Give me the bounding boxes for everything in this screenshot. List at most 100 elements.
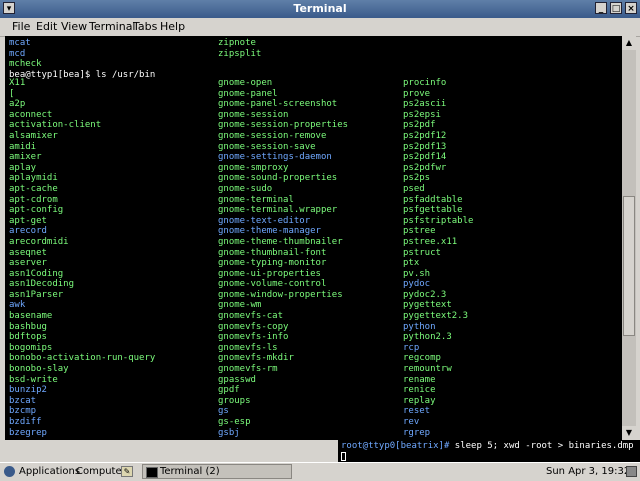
menu-bar: File Edit View Terminal Tabs Help [0, 18, 640, 37]
listing-entry: ps2ascii [403, 99, 447, 110]
listing-entry: gpasswd [218, 374, 256, 385]
listing-entry: pydoc2.3 [403, 289, 447, 300]
menu-edit[interactable]: Edit [34, 18, 59, 36]
listing-entry: pv.sh [403, 268, 431, 279]
listing-entry: gnome-text-editor [218, 215, 311, 226]
menu-help[interactable]: Help [158, 18, 187, 36]
listing-entry: basename [9, 311, 53, 322]
clock[interactable]: Sun Apr 3, 19:32 [546, 463, 630, 481]
listing-entry: asn1Decoding [9, 279, 75, 290]
listing-entry: arecordmidi [9, 236, 69, 247]
scrollbar[interactable]: ▲ ▼ [622, 36, 636, 440]
listing-entry: gnome-window-properties [218, 289, 343, 300]
listing-entry: gnome-panel-screenshot [218, 99, 338, 110]
text-cursor [341, 452, 346, 461]
output-line: zipsplit [218, 48, 262, 59]
tray-icon[interactable] [626, 466, 637, 477]
listing-entry: gnome-theme-thumbnailer [218, 236, 343, 247]
title-bar[interactable]: ▾ Terminal _ □ × [0, 0, 640, 18]
scroll-down-icon[interactable]: ▼ [622, 426, 636, 440]
listing-entry: groups [218, 395, 251, 406]
listing-entry: gnome-terminal [218, 194, 294, 205]
listing-entry: a2p [9, 99, 26, 110]
listing-entry: gnome-ui-properties [218, 268, 321, 279]
window-menu-icon[interactable]: ▾ [3, 2, 15, 14]
listing-entry: pstruct [403, 247, 441, 258]
menu-terminal[interactable]: Terminal [87, 18, 138, 36]
listing-entry: gnomevfs-rm [218, 364, 278, 375]
listing-entry: gnome-terminal.wrapper [218, 205, 338, 216]
listing-entry: gnome-typing-monitor [218, 258, 327, 269]
computer-menu[interactable]: Computer [76, 463, 126, 481]
listing-entry: bdftops [9, 332, 47, 343]
listing-entry: gnomevfs-cat [218, 311, 284, 322]
listing-entry: apt-cache [9, 183, 58, 194]
listing-entry: awk [9, 300, 26, 311]
listing-entry: psfgettable [403, 205, 463, 216]
listing-column-2: gnome-open gnome-panel gnome-panel-screens… [218, 78, 348, 438]
minimize-icon[interactable]: _ [595, 2, 607, 14]
listing-entry: bsd-write [9, 374, 58, 385]
close-icon[interactable]: × [625, 2, 637, 14]
terminal-output[interactable]: mcat zipnote mcd zipsplit mcheck bea@ttyp1… [5, 36, 622, 440]
menu-view[interactable]: View [59, 18, 89, 36]
listing-entry: gnome-theme-manager [218, 226, 321, 237]
listing-entry: bzegrep [9, 427, 47, 438]
listing-entry: aplaymidi [9, 173, 58, 184]
output-line: zipnote [218, 38, 256, 48]
listing-entry: gnome-panel [218, 88, 278, 99]
listing-entry: gnome-session [218, 109, 289, 120]
listing-entry: gs [218, 406, 229, 417]
listing-entry: aplay [9, 162, 37, 173]
listing-entry: aseqnet [9, 247, 47, 258]
listing-entry: bzcmp [9, 406, 37, 417]
listing-entry: python2.3 [403, 332, 452, 343]
listing-entry: ps2pdf14 [403, 152, 447, 163]
listing-entry: bzdiff [9, 417, 42, 427]
window-title: Terminal [293, 2, 347, 15]
listing-entry: alsamixer [9, 130, 58, 141]
taskbar-button-terminal[interactable]: Terminal (2) [142, 464, 292, 479]
listing-entry: replay [403, 395, 436, 406]
listing-entry: renice [403, 385, 436, 396]
computer-icon[interactable]: ✎ [121, 466, 133, 477]
listing-entry: amidi [9, 141, 37, 152]
listing-entry: gnome-thumbnail-font [218, 247, 327, 258]
listing-entry: psfstriptable [403, 215, 474, 226]
listing-entry: gnome-open [218, 78, 273, 88]
listing-entry: gnomevfs-copy [218, 321, 289, 332]
root-terminal-window[interactable]: root@ttyp0[beatrix]# sleep 5; xwd -root … [338, 440, 640, 462]
applications-menu[interactable]: Applications [19, 463, 80, 481]
maximize-icon[interactable]: □ [610, 2, 622, 14]
listing-entry: gnomevfs-mkdir [218, 353, 294, 364]
menu-tabs[interactable]: Tabs [131, 18, 159, 36]
listing-entry: gnomevfs-info [218, 332, 289, 343]
listing-entry: rgrep [403, 427, 431, 438]
taskbar-label: Terminal (2) [160, 466, 220, 477]
listing-entry: regcomp [403, 353, 441, 364]
listing-entry: apt-config [9, 205, 64, 216]
listing-entry: ps2pdf13 [403, 141, 447, 152]
scroll-up-icon[interactable]: ▲ [622, 36, 636, 50]
root-command: sleep 5; xwd -root > binaries.dmp [449, 441, 634, 451]
listing-entry: gs-esp [218, 417, 251, 427]
terminal-icon [146, 467, 158, 478]
listing-entry: procinfo [403, 78, 447, 88]
listing-entry: asn1Parser [9, 289, 64, 300]
gnome-foot-icon[interactable] [4, 466, 15, 477]
listing-entry: pydoc [403, 279, 431, 290]
listing-entry: [ [9, 88, 15, 99]
listing-entry: pstree.x11 [403, 236, 458, 247]
listing-entry: apt-get [9, 215, 47, 226]
listing-entry: pygettext2.3 [403, 311, 469, 322]
listing-entry: pstree [403, 226, 436, 237]
listing-entry: ps2pdf [403, 120, 436, 131]
listing-entry: gnome-session-properties [218, 120, 349, 131]
listing-entry: gnome-volume-control [218, 279, 327, 290]
listing-entry: aserver [9, 258, 47, 269]
listing-entry: ps2ps [403, 173, 431, 184]
listing-entry: gsbj [218, 427, 240, 438]
menu-file[interactable]: File [10, 18, 32, 36]
scrollbar-thumb[interactable] [623, 196, 635, 336]
listing-entry: gnome-sound-properties [218, 173, 338, 184]
